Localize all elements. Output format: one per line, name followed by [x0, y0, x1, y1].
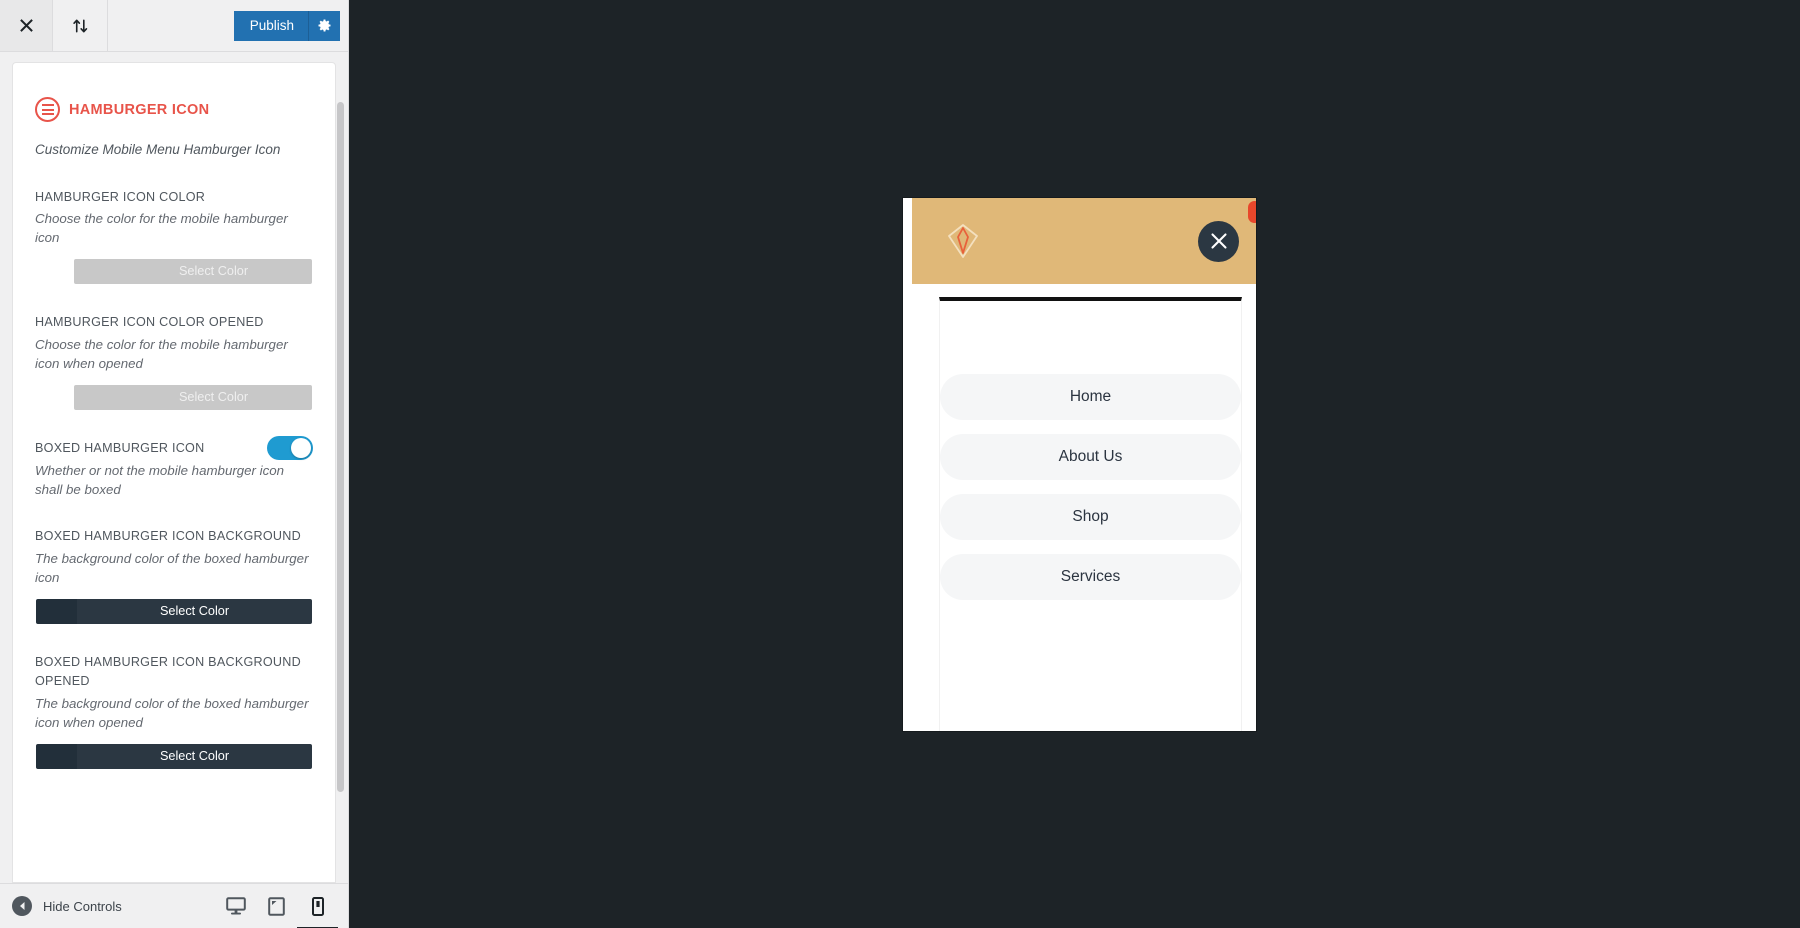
customizer-header: Publish — [0, 0, 348, 52]
preview-area: Home About Us Shop Services — [349, 0, 1800, 928]
customizer-panel: Publish HAMBURGER ICON Customize Mobile … — [0, 0, 349, 928]
changeset-sort-button[interactable] — [53, 0, 108, 51]
gear-icon — [318, 19, 331, 32]
menu-item-services[interactable]: Services — [940, 554, 1241, 600]
color-swatch — [74, 259, 115, 285]
menu-item-home[interactable]: Home — [940, 374, 1241, 420]
select-color-label: Select Color — [115, 384, 312, 410]
control-boxed-hamburger-icon: BOXED HAMBURGER ICON Whether or not the … — [35, 435, 313, 500]
device-button-desktop[interactable] — [215, 884, 256, 928]
control-description: Whether or not the mobile hamburger icon… — [35, 462, 285, 497]
publish-button[interactable]: Publish — [233, 10, 308, 41]
control-description: The background color of the boxed hambur… — [35, 695, 309, 730]
control-label: BOXED HAMBURGER ICON — [35, 440, 205, 455]
site-header — [903, 198, 1256, 284]
select-color-button[interactable]: Select Color — [73, 258, 313, 285]
mobile-preview-frame[interactable]: Home About Us Shop Services — [903, 198, 1256, 731]
control-boxed-hamburger-icon-background-opened: BOXED HAMBURGER ICON BACKGROUND OPENED T… — [35, 653, 313, 770]
mobile-menu-panel: Home About Us Shop Services — [939, 297, 1242, 731]
mobile-icon — [311, 896, 324, 916]
panel-scrollbar-thumb[interactable] — [337, 102, 344, 792]
close-customizer-button[interactable] — [0, 0, 53, 51]
control-label-row: BOXED HAMBURGER ICON — [35, 435, 313, 462]
select-color-button[interactable]: Select Color — [35, 598, 313, 625]
control-description: Choose the color for the mobile hamburge… — [35, 337, 288, 371]
control-hamburger-icon-color: HAMBURGER ICON COLOR Choose the color fo… — [35, 188, 313, 286]
diamond-gem-logo-icon[interactable] — [945, 222, 981, 260]
control-label: BOXED HAMBURGER ICON BACKGROUND — [35, 529, 301, 544]
publish-group: Publish — [233, 0, 348, 51]
close-x-icon — [19, 19, 33, 32]
select-color-label: Select Color — [77, 743, 312, 769]
preview-left-gutter — [903, 198, 912, 731]
control-label-row: HAMBURGER ICON COLOR OPENED — [35, 313, 313, 336]
customizer-footer: Hide Controls — [0, 883, 348, 928]
hide-controls-label: Hide Controls — [43, 898, 122, 914]
control-label: BOXED HAMBURGER ICON BACKGROUND OPENED — [35, 655, 301, 689]
select-color-label: Select Color — [77, 599, 312, 625]
menu-item-shop[interactable]: Shop — [940, 494, 1241, 540]
device-preview-buttons — [215, 884, 338, 928]
device-button-mobile[interactable] — [297, 884, 338, 928]
menu-item-about-us[interactable]: About Us — [940, 434, 1241, 480]
control-description: The background color of the boxed hambur… — [35, 551, 309, 586]
close-x-icon — [1210, 233, 1227, 249]
color-swatch — [36, 743, 77, 769]
hide-controls-button[interactable]: Hide Controls — [12, 896, 122, 916]
select-color-label: Select Color — [115, 259, 312, 285]
customizer-body: HAMBURGER ICON Customize Mobile Menu Ham… — [0, 52, 348, 883]
color-swatch — [74, 384, 115, 410]
sort-arrows-icon — [72, 19, 87, 32]
mobile-menu-wrapper: Home About Us Shop Services — [903, 284, 1256, 731]
section-card: HAMBURGER ICON Customize Mobile Menu Ham… — [12, 62, 336, 883]
control-label-row: BOXED HAMBURGER ICON BACKGROUND OPENED — [35, 653, 313, 695]
color-swatch — [36, 599, 77, 625]
control-description: Choose the color for the mobile hamburge… — [35, 211, 288, 246]
boxed-hamburger-icon-toggle[interactable] — [267, 435, 313, 460]
control-label: HAMBURGER ICON COLOR OPENED — [35, 315, 264, 330]
select-color-button[interactable]: Select Color — [35, 743, 313, 770]
notification-dot — [1248, 201, 1256, 223]
tablet-icon — [268, 896, 285, 916]
section-description: Customize Mobile Menu Hamburger Icon — [35, 142, 281, 157]
section-header: HAMBURGER ICON — [35, 97, 313, 122]
control-boxed-hamburger-icon-background: BOXED HAMBURGER ICON BACKGROUND The back… — [35, 527, 313, 625]
desktop-icon — [225, 897, 246, 915]
customizer-app: Publish HAMBURGER ICON Customize Mobile … — [0, 0, 1800, 928]
collapse-left-icon — [12, 896, 32, 916]
section-title: HAMBURGER ICON — [69, 101, 210, 118]
device-button-tablet[interactable] — [256, 884, 297, 928]
toggle-knob — [291, 437, 311, 458]
publish-settings-button[interactable] — [308, 10, 340, 41]
control-hamburger-icon-color-opened: HAMBURGER ICON COLOR OPENED Choose the c… — [35, 313, 313, 411]
control-label-row: BOXED HAMBURGER ICON BACKGROUND — [35, 527, 313, 550]
select-color-button[interactable]: Select Color — [73, 384, 313, 411]
hamburger-circle-icon — [35, 97, 60, 122]
control-label-row: HAMBURGER ICON COLOR — [35, 188, 313, 211]
header-spacer — [108, 0, 234, 51]
control-label: HAMBURGER ICON COLOR — [35, 189, 206, 204]
panel-scrollbar-track[interactable] — [337, 52, 346, 883]
mobile-menu-close-button[interactable] — [1198, 220, 1239, 262]
